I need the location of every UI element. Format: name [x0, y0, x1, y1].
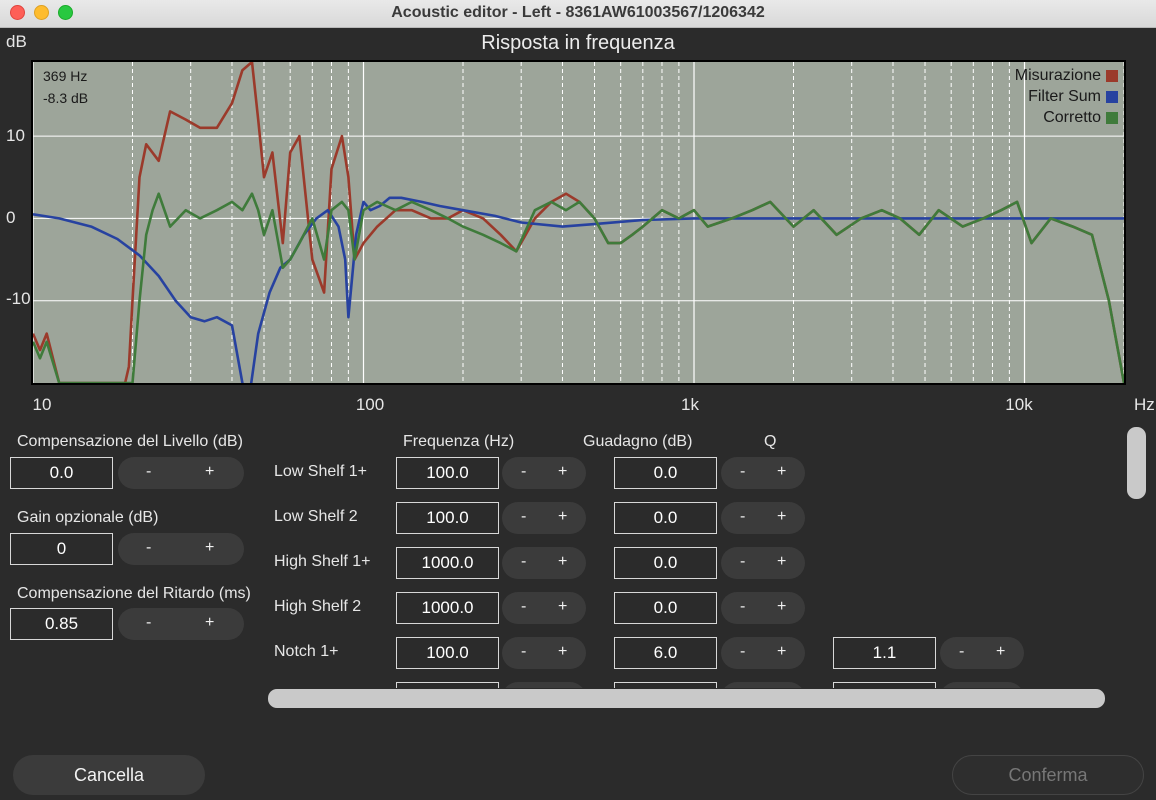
filter-frequency-field[interactable]: 100.0 [396, 502, 499, 534]
filter-frequency-field[interactable]: 1000.0 [396, 547, 499, 579]
cancel-button[interactable]: Cancella [13, 755, 205, 795]
filter-name: High Shelf 1+ [274, 553, 371, 570]
increment-button[interactable]: + [558, 463, 567, 481]
decrement-button[interactable]: - [740, 463, 745, 481]
decrement-button[interactable]: - [521, 598, 526, 616]
filter-name: Notch 1+ [274, 643, 339, 660]
vertical-scrollbar[interactable] [1127, 427, 1146, 499]
decrement-button[interactable]: - [521, 463, 526, 481]
frequency-stepper: - + [502, 637, 586, 669]
filter-gain-field[interactable]: 0.0 [614, 592, 717, 624]
gain-stepper: - + [721, 547, 805, 579]
gain-stepper: - + [721, 457, 805, 489]
increment-button[interactable]: + [558, 553, 567, 571]
increment-button[interactable]: + [996, 643, 1005, 661]
filter-gain-field[interactable]: 0.0 [614, 502, 717, 534]
increment-button[interactable]: + [777, 598, 786, 616]
filters-scroll-area: Low Shelf 1+ 100.0 - + 0.0 - + Low Shelf… [0, 0, 1156, 688]
filter-name: High Shelf 2 [274, 598, 362, 615]
confirm-button[interactable]: Conferma [952, 755, 1144, 795]
filter-frequency-field[interactable]: 100.0 [396, 457, 499, 489]
gain-stepper: - + [721, 502, 805, 534]
decrement-button[interactable]: - [740, 598, 745, 616]
decrement-button[interactable]: - [740, 643, 745, 661]
decrement-button[interactable]: - [521, 508, 526, 526]
gain-stepper: - + [721, 592, 805, 624]
filter-gain-field[interactable]: 0.0 [614, 457, 717, 489]
horizontal-scrollbar[interactable] [268, 689, 1105, 708]
increment-button[interactable]: + [558, 508, 567, 526]
filter-q-field[interactable] [833, 682, 936, 688]
increment-button[interactable]: + [558, 643, 567, 661]
gain-stepper: - + [721, 637, 805, 669]
filter-gain-field[interactable]: 6.0 [614, 637, 717, 669]
frequency-stepper: - + [502, 547, 586, 579]
filter-frequency-field[interactable]: 1000.0 [396, 592, 499, 624]
filter-name: Low Shelf 2 [274, 508, 358, 525]
increment-button[interactable]: + [558, 598, 567, 616]
increment-button[interactable]: + [777, 643, 786, 661]
increment-button[interactable]: + [777, 508, 786, 526]
frequency-stepper: - + [502, 502, 586, 534]
frequency-stepper: - + [502, 457, 586, 489]
decrement-button[interactable]: - [521, 553, 526, 571]
frequency-stepper: - + [502, 592, 586, 624]
filter-frequency-field[interactable] [396, 682, 499, 688]
filter-q-field[interactable]: 1.1 [833, 637, 936, 669]
gain-stepper [721, 682, 805, 688]
filter-frequency-field[interactable]: 100.0 [396, 637, 499, 669]
filter-gain-field[interactable]: 0.0 [614, 547, 717, 579]
increment-button[interactable]: + [777, 553, 786, 571]
q-stepper [940, 682, 1024, 688]
decrement-button[interactable]: - [740, 553, 745, 571]
increment-button[interactable]: + [777, 463, 786, 481]
q-stepper: - + [940, 637, 1024, 669]
filter-name: Low Shelf 1+ [274, 463, 367, 480]
decrement-button[interactable]: - [959, 643, 964, 661]
decrement-button[interactable]: - [740, 508, 745, 526]
frequency-stepper [502, 682, 586, 688]
filter-gain-field[interactable] [614, 682, 717, 688]
decrement-button[interactable]: - [521, 643, 526, 661]
